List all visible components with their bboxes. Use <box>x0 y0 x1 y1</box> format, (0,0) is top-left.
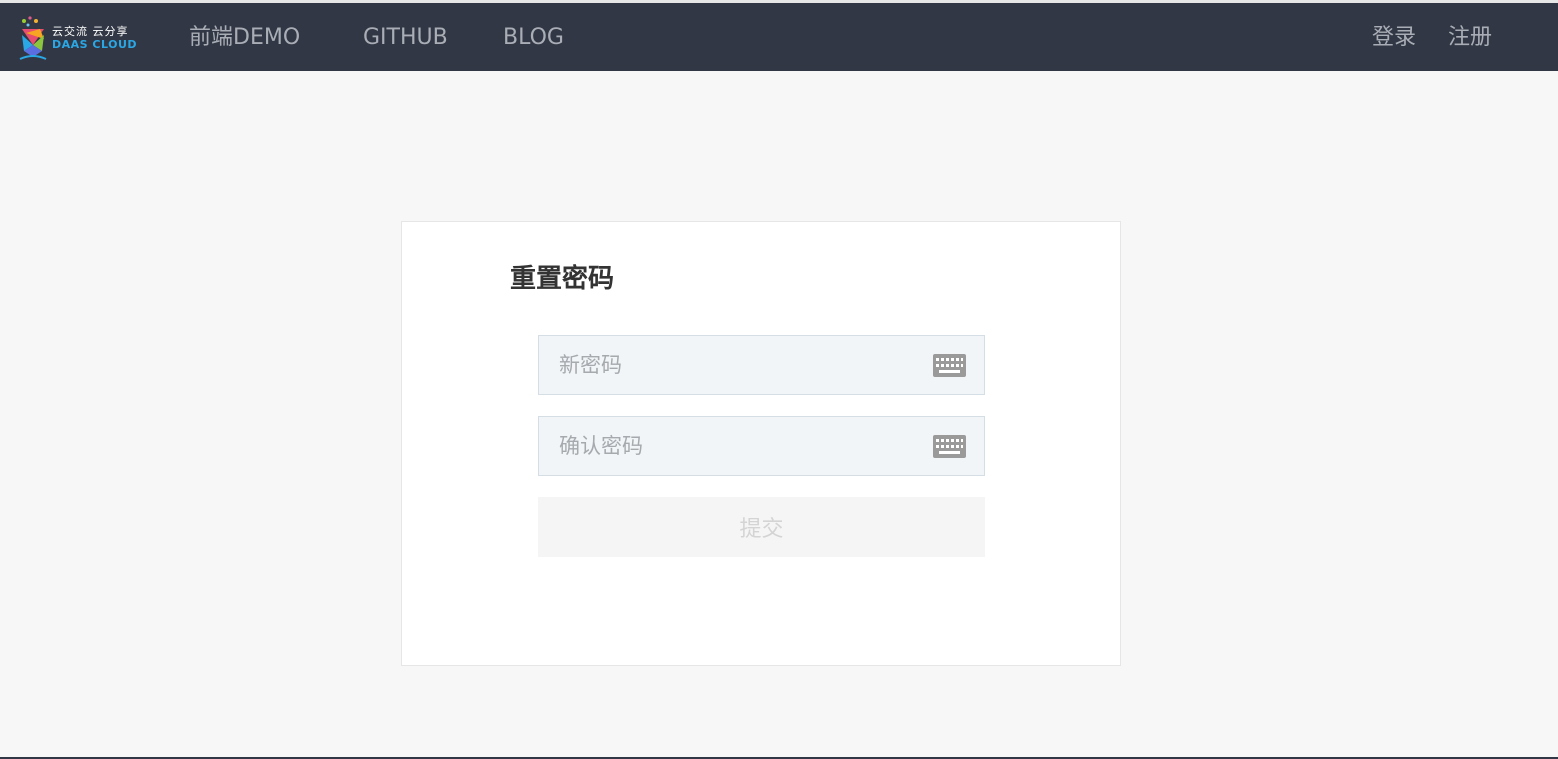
login-link[interactable]: 登录 <box>1372 23 1416 53</box>
new-password-field <box>538 335 985 395</box>
reset-password-card: 重置密码 提交 <box>401 221 1121 666</box>
logo-text: 云交流 云分享 DAAS CLOUD <box>52 26 137 50</box>
keyboard-icon[interactable] <box>933 435 966 458</box>
confirm-password-field <box>538 416 985 476</box>
page-title: 重置密码 <box>510 264 615 294</box>
new-password-input[interactable] <box>539 336 929 394</box>
logo-text-cn: 云交流 云分享 <box>52 25 129 38</box>
keyboard-icon[interactable] <box>933 354 966 377</box>
nav-link-github[interactable]: GITHUB <box>363 23 448 53</box>
top-navbar: 云交流 云分享 DAAS CLOUD 前端DEMO GITHUB BLOG 登录… <box>0 0 1558 71</box>
brand-logo[interactable]: 云交流 云分享 DAAS CLOUD <box>18 13 160 63</box>
register-link[interactable]: 注册 <box>1448 23 1492 53</box>
nav-link-frontend-demo[interactable]: 前端DEMO <box>189 23 300 53</box>
nav-link-blog[interactable]: BLOG <box>503 23 564 53</box>
confirm-password-input[interactable] <box>539 417 929 475</box>
submit-button[interactable]: 提交 <box>538 497 985 557</box>
logo-text-en: DAAS CLOUD <box>52 38 138 51</box>
logo-icon <box>19 16 47 60</box>
